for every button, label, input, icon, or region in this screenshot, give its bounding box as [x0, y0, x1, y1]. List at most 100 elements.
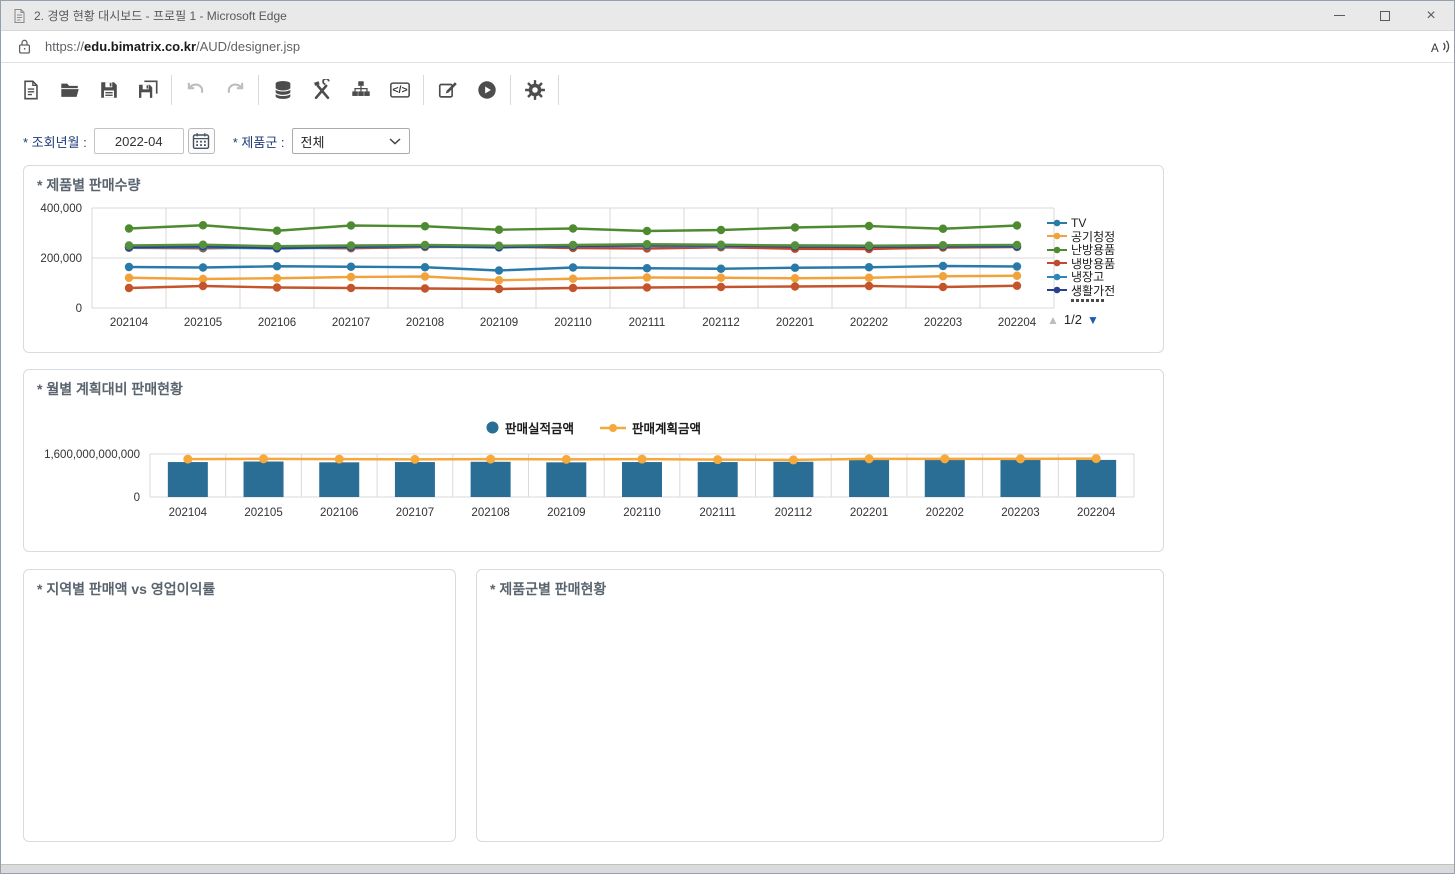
- close-button[interactable]: ×: [1408, 1, 1454, 30]
- data-point: [273, 283, 281, 291]
- x-axis-label: 202201: [776, 317, 814, 329]
- tools-icon: [311, 79, 333, 101]
- redo-button[interactable]: [223, 78, 247, 102]
- legend-item[interactable]: 생활가전: [1047, 284, 1139, 298]
- address-bar[interactable]: https://edu.bimatrix.co.kr/AUD/designer.…: [1, 31, 1454, 63]
- hierarchy-icon: [350, 79, 372, 101]
- x-axis-label: 202104: [169, 507, 208, 519]
- data-point: [939, 262, 947, 270]
- data-point: [865, 242, 873, 250]
- panel-product-sales: * 제품별 판매수량 0200,000400,00020210420210520…: [23, 165, 1164, 353]
- x-axis-label: 202109: [480, 317, 518, 329]
- new-document-button[interactable]: [19, 78, 43, 102]
- data-point: [199, 282, 207, 290]
- y-axis-label: 400,000: [40, 203, 82, 215]
- data-point: [865, 274, 873, 282]
- edit-button[interactable]: [436, 78, 460, 102]
- data-point: [495, 266, 503, 274]
- data-point: [638, 455, 647, 464]
- open-file-button[interactable]: [58, 78, 82, 102]
- legend-item[interactable]: 판매계획금액: [600, 418, 701, 437]
- y-axis-label: 0: [76, 303, 82, 315]
- legend-marker-icon: [1047, 285, 1067, 295]
- maximize-icon: [1380, 11, 1390, 21]
- read-aloud-icon[interactable]: A: [1429, 38, 1451, 56]
- legend-marker-icon: [600, 423, 626, 433]
- x-axis-label: 202106: [320, 507, 358, 519]
- toolbar-separator: [423, 75, 424, 105]
- data-point: [643, 227, 651, 235]
- data-point: [569, 275, 577, 283]
- data-point: [643, 283, 651, 291]
- product-filter-label: * 제품군 :: [233, 132, 285, 151]
- data-point: [486, 455, 495, 464]
- save-all-button[interactable]: [136, 78, 160, 102]
- x-axis-label: 202107: [332, 317, 370, 329]
- horizontal-scrollbar[interactable]: [1, 864, 1454, 873]
- data-point: [495, 276, 503, 284]
- legend-label: 판매실적금액: [505, 418, 574, 437]
- run-button[interactable]: [475, 78, 499, 102]
- product-sales-line-chart[interactable]: 0200,000400,0002021042021052021062021072…: [30, 202, 1070, 332]
- x-axis-label: 202204: [998, 317, 1037, 329]
- save-button[interactable]: [97, 78, 121, 102]
- data-point: [1016, 454, 1025, 463]
- data-point: [791, 264, 799, 272]
- data-point: [643, 273, 651, 281]
- data-point: [939, 272, 947, 280]
- panel-region-sales: * 지역별 판매액 vs 영업이익률: [23, 569, 456, 842]
- bar: [698, 462, 738, 497]
- script-editor-button[interactable]: </>: [388, 78, 412, 102]
- data-point: [865, 454, 874, 463]
- data-point: [791, 223, 799, 231]
- x-axis-label: 202110: [623, 507, 661, 519]
- maximize-button[interactable]: [1362, 1, 1408, 30]
- toolbar-separator: [510, 75, 511, 105]
- undo-button[interactable]: [184, 78, 208, 102]
- url-prefix: https://: [45, 39, 84, 54]
- hierarchy-button[interactable]: [349, 78, 373, 102]
- data-point: [125, 284, 133, 292]
- data-source-button[interactable]: [271, 78, 295, 102]
- settings-button[interactable]: [523, 78, 547, 102]
- minimize-button[interactable]: [1316, 1, 1362, 30]
- legend-page-down-icon[interactable]: ▼: [1087, 313, 1099, 327]
- x-axis-label: 202105: [184, 317, 222, 329]
- data-point: [125, 241, 133, 249]
- x-axis-label: 202112: [775, 507, 813, 519]
- x-axis-label: 202204: [1077, 507, 1116, 519]
- site-lock-icon[interactable]: [17, 38, 32, 55]
- data-point: [421, 284, 429, 292]
- legend-item[interactable]: 판매실적금액: [486, 418, 574, 437]
- data-point: [347, 241, 355, 249]
- panel-title: * 제품군별 판매현황: [490, 579, 606, 599]
- legend-clipped-item: [1071, 299, 1105, 302]
- data-point: [717, 241, 725, 249]
- data-point: [1013, 262, 1021, 270]
- designer-toolbar: </>: [1, 63, 1454, 117]
- bar: [925, 460, 965, 497]
- url-path: /AUD/designer.jsp: [196, 39, 300, 54]
- data-point: [717, 274, 725, 282]
- data-point: [125, 274, 133, 282]
- product-select[interactable]: 전체: [292, 128, 410, 154]
- x-axis-label: 202109: [547, 507, 585, 519]
- tools-button[interactable]: [310, 78, 334, 102]
- data-point: [643, 240, 651, 248]
- url-text[interactable]: https://edu.bimatrix.co.kr/AUD/designer.…: [45, 39, 300, 54]
- calendar-button[interactable]: [188, 128, 215, 154]
- data-point: [865, 282, 873, 290]
- data-point: [273, 227, 281, 235]
- date-input[interactable]: [94, 128, 184, 154]
- redo-icon: [224, 79, 246, 101]
- monthly-plan-bar-chart[interactable]: 01,600,000,000,0002021042021052021062021…: [30, 448, 1160, 526]
- database-icon: [272, 79, 294, 101]
- legend-page-up-icon[interactable]: ▲: [1047, 313, 1059, 327]
- data-point: [791, 274, 799, 282]
- legend-pagination: ▲ 1/2 ▼: [1047, 312, 1139, 327]
- gear-icon: [524, 79, 546, 101]
- x-axis-label: 202108: [406, 317, 444, 329]
- bar: [395, 462, 435, 497]
- data-point: [940, 454, 949, 463]
- chart-legend: 판매실적금액 판매계획금액: [486, 418, 701, 437]
